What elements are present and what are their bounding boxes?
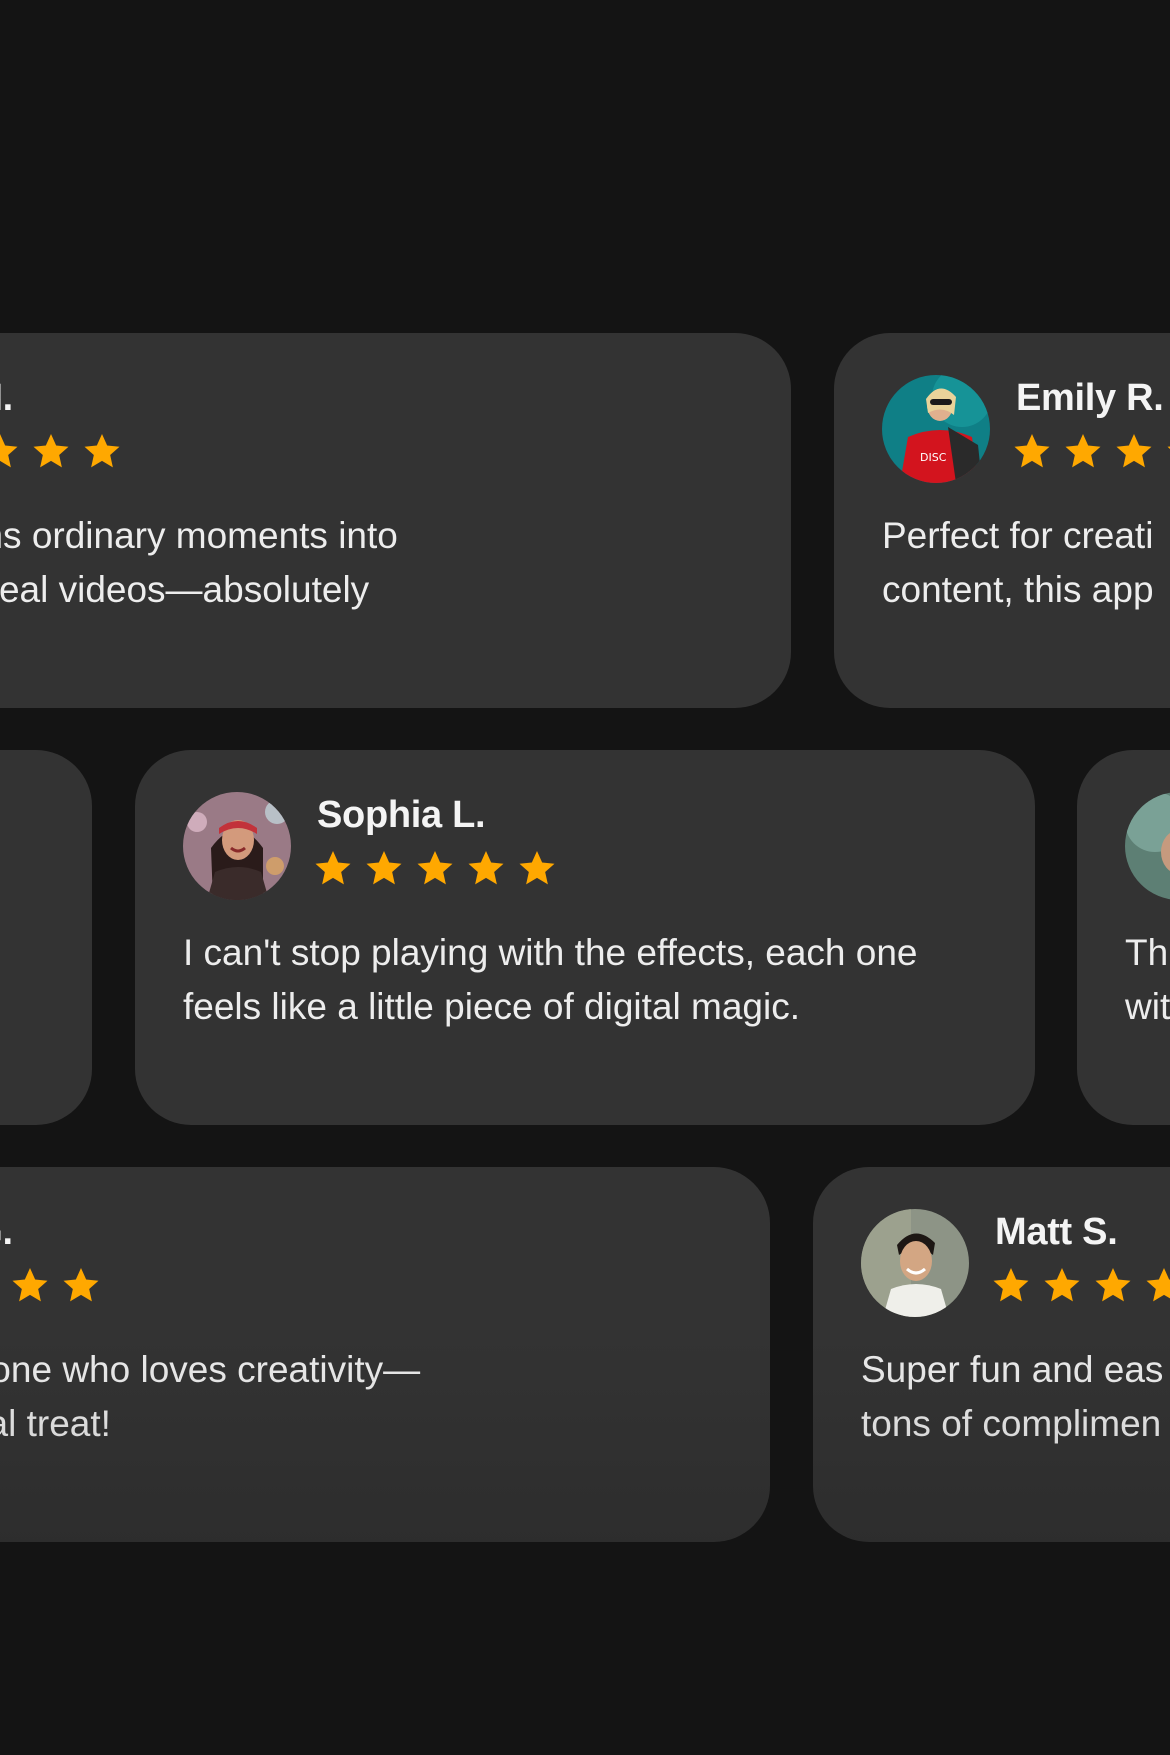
star-rating xyxy=(313,848,557,888)
review-card-partial-left xyxy=(0,750,92,1125)
review-text: Super fun and eas tons of complimen xyxy=(861,1349,1164,1444)
star-icon xyxy=(366,851,402,885)
star-icon xyxy=(519,851,555,885)
star-icon xyxy=(63,1268,99,1302)
review-text: I can't stop playing with the effects, e… xyxy=(183,932,918,1027)
reviewer-name: Sophia L. xyxy=(317,794,486,836)
star-icon xyxy=(12,1268,48,1302)
star-rating xyxy=(0,1265,101,1305)
avatar-photo-woman-red-top-icon: DISC xyxy=(882,375,990,483)
star-icon xyxy=(1146,1268,1170,1302)
review-card-matt: Matt S. Super fun and eas tons of compli… xyxy=(813,1167,1170,1542)
avatar-photo-man-smiling-icon xyxy=(861,1209,969,1317)
reviewer-name: Emily R. xyxy=(1016,377,1164,419)
star-icon xyxy=(1065,434,1101,468)
testimonials-section: Alex M. s app transforms ordinary moment… xyxy=(0,0,1170,1755)
review-card-laura: Laura G. ust-have for anyone who loves c… xyxy=(0,1167,770,1542)
avatar-photo-woman-headband-icon xyxy=(183,792,291,900)
star-rating xyxy=(991,1265,1170,1305)
star-icon xyxy=(468,851,504,885)
svg-text:DISC: DISC xyxy=(920,451,947,464)
star-icon xyxy=(1014,434,1050,468)
star-icon xyxy=(1167,446,1170,449)
star-icon xyxy=(417,851,453,885)
avatar-photo-outdoor-icon xyxy=(1125,792,1170,900)
avatar xyxy=(183,792,291,900)
star-rating xyxy=(0,431,122,471)
review-text: Th wit xyxy=(1125,932,1170,1027)
star-icon xyxy=(84,434,120,468)
star-icon xyxy=(33,434,69,468)
reviewer-name: Laura G. xyxy=(0,1211,13,1253)
review-text: Perfect for creati content, this app xyxy=(882,515,1154,610)
avatar: DISC xyxy=(882,375,990,483)
review-card-emily: DISC Emily R. Perfect for creati content… xyxy=(834,333,1170,708)
review-text: s app transforms ordinary moments into n… xyxy=(0,515,398,610)
avatar xyxy=(1125,792,1170,900)
review-text: ust-have for anyone who loves creativity… xyxy=(0,1349,421,1444)
star-icon xyxy=(1095,1268,1131,1302)
reviewer-name: Alex M. xyxy=(0,377,13,419)
star-icon xyxy=(1116,434,1152,468)
star-icon xyxy=(993,1268,1029,1302)
review-card-partial-right: Th wit xyxy=(1077,750,1170,1125)
avatar xyxy=(861,1209,969,1317)
review-card-sophia: Sophia L. I can't stop playing with the … xyxy=(135,750,1035,1125)
review-card-alex: Alex M. s app transforms ordinary moment… xyxy=(0,333,791,708)
star-icon xyxy=(1044,1268,1080,1302)
star-icon xyxy=(0,434,18,468)
star-icon xyxy=(315,851,351,885)
star-rating xyxy=(1012,431,1170,471)
reviewer-name: Matt S. xyxy=(995,1211,1118,1253)
